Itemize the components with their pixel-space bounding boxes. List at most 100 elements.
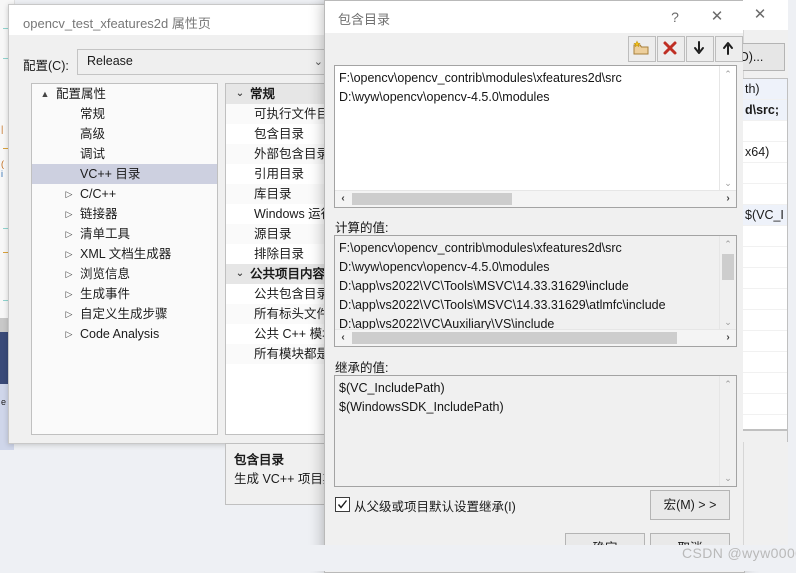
directories-edit-list[interactable]: F:\opencv\opencv_contrib\modules\xfeatur… — [334, 65, 737, 208]
tree-item-9[interactable]: ▷ 浏览信息 — [32, 264, 217, 284]
inherited-values-list[interactable]: $(VC_IncludePath) $(WindowsSDK_IncludePat… — [334, 375, 737, 487]
vs-code-glyph: i — [1, 169, 3, 179]
scroll-up-icon[interactable]: ⌃ — [720, 66, 736, 82]
twisty-collapsed-icon[interactable]: ▷ — [62, 284, 76, 304]
tree-item-2[interactable]: 高级 — [32, 124, 217, 144]
scroll-right-icon[interactable]: › — [720, 330, 736, 346]
inherit-checkbox-label: 从父级或项目默认设置继承(I) — [354, 500, 516, 514]
twisty-collapsed-icon[interactable]: ▷ — [62, 244, 76, 264]
tree-item-label: XML 文档生成器 — [80, 247, 172, 261]
tree-item-8[interactable]: ▷ XML 文档生成器 — [32, 244, 217, 264]
tree-item-3[interactable]: 调试 — [32, 144, 217, 164]
property-value-slice[interactable]: d\src; — [743, 100, 787, 121]
tree-item-label: 生成事件 — [80, 287, 131, 301]
edit-list-vertical-scrollbar[interactable]: ⌃ ⌄ — [719, 66, 736, 191]
twisty-collapsed-icon[interactable]: ▷ — [62, 304, 76, 324]
scroll-right-icon[interactable]: › — [720, 191, 736, 207]
tree-item-11[interactable]: ▷ 自定义生成步骤 — [32, 304, 217, 324]
scroll-left-icon[interactable]: ‹ — [335, 330, 351, 346]
dialog-titlebar: 包含目录 ? ✕ — [325, 1, 744, 33]
twisty-collapsed-icon[interactable]: ▷ — [62, 204, 76, 224]
list-item[interactable]: F:\opencv\opencv_contrib\modules\xfeatur… — [339, 69, 718, 88]
property-value-slice[interactable] — [743, 331, 787, 352]
tree-item-label: 配置属性 — [56, 87, 107, 101]
edit-list-horizontal-scrollbar[interactable]: ‹ › — [335, 190, 736, 207]
twisty-collapsed-icon[interactable]: ▷ — [62, 324, 76, 344]
tree-item-4[interactable]: VC++ 目录 — [32, 164, 217, 184]
computed-lines: F:\opencv\opencv_contrib\modules\xfeatur… — [339, 239, 718, 334]
tree-item-label: 高级 — [80, 127, 106, 141]
property-value-slice[interactable] — [743, 310, 787, 331]
list-item[interactable]: F:\opencv\opencv_contrib\modules\xfeatur… — [339, 239, 718, 258]
inherit-checkbox[interactable] — [335, 497, 350, 512]
right-slice-footer: 用(A) — [743, 442, 788, 545]
close-icon[interactable]: ✕ — [704, 6, 730, 28]
checkmark-icon — [337, 500, 348, 509]
tree-item-6[interactable]: ▷ 链接器 — [32, 204, 217, 224]
tree-item-7[interactable]: ▷ 清单工具 — [32, 224, 217, 244]
list-item[interactable]: D:\app\vs2022\VC\Tools\MSVC\14.33.31629\… — [339, 296, 718, 315]
tree-item-0[interactable]: ▲ 配置属性 — [32, 84, 217, 104]
property-value-slice[interactable] — [743, 121, 787, 142]
tree-item-label: C/C++ — [80, 187, 117, 201]
property-value-slice[interactable]: $(VC_I — [743, 205, 787, 226]
scroll-down-icon[interactable]: ⌄ — [720, 314, 736, 330]
twisty-expanded-icon[interactable]: ▲ — [38, 84, 52, 104]
macros-button[interactable]: 宏(M) > > — [650, 490, 730, 520]
tree-item-1[interactable]: 常规 — [32, 104, 217, 124]
delete-button[interactable] — [657, 36, 685, 62]
vs-code-glyph: | — [1, 124, 4, 134]
inherit-checkbox-row[interactable]: 从父级或项目默认设置继承(I) — [335, 495, 635, 515]
inherited-vertical-scrollbar[interactable]: ⌃ ⌄ — [719, 376, 736, 486]
close-icon[interactable]: ✕ — [745, 4, 775, 26]
tree-item-5[interactable]: ▷ C/C++ — [32, 184, 217, 204]
property-value-slice[interactable] — [743, 394, 787, 415]
tree-item-12[interactable]: ▷ Code Analysis — [32, 324, 217, 344]
property-name: 公共项目内容 — [250, 267, 326, 281]
scroll-down-icon[interactable]: ⌄ — [720, 470, 736, 486]
scroll-left-icon[interactable]: ‹ — [335, 191, 351, 207]
scrollbar-thumb[interactable] — [722, 254, 734, 280]
property-value-slice[interactable]: x64) — [743, 142, 787, 163]
help-icon[interactable]: ? — [662, 6, 688, 28]
twisty-collapsed-icon[interactable]: ▷ — [62, 264, 76, 284]
property-value-slice[interactable] — [743, 184, 787, 205]
scroll-down-icon[interactable]: ⌄ — [720, 175, 736, 191]
computed-values-list[interactable]: F:\opencv\opencv_contrib\modules\xfeatur… — [334, 235, 737, 347]
configuration-tree[interactable]: ▲ 配置属性 常规 高级 调试 VC++ 目录 ▷ C/C++ ▷ 链接器 ▷ 清单工具 ▷ XML 文档… — [31, 83, 218, 435]
configuration-label: 配置(C): — [23, 59, 69, 73]
list-item[interactable]: D:\app\vs2022\VC\Tools\MSVC\14.33.31629\… — [339, 277, 718, 296]
property-value-slice[interactable] — [743, 226, 787, 247]
list-item[interactable]: $(VC_IncludePath) — [339, 379, 718, 398]
property-value-slice[interactable]: th) — [743, 79, 787, 100]
property-name: 公共包含目录 — [254, 287, 330, 301]
list-item[interactable]: $(WindowsSDK_IncludePath) — [339, 398, 718, 417]
computed-vertical-scrollbar[interactable]: ⌃ ⌄ — [719, 236, 736, 330]
new-folder-button[interactable] — [628, 36, 656, 62]
property-value-slice[interactable] — [743, 289, 787, 310]
dialog-title: 包含目录 — [338, 12, 391, 27]
configuration-select[interactable]: Release ⌄ — [77, 49, 331, 75]
tree-item-10[interactable]: ▷ 生成事件 — [32, 284, 217, 304]
property-grid-values-slice[interactable]: th) d\src; x64) $(VC_I — [743, 78, 788, 430]
chevron-down-icon[interactable]: ⌄ — [232, 84, 248, 104]
configuration-manager-button-fragment[interactable]: O)... — [743, 43, 785, 71]
move-down-button[interactable] — [686, 36, 714, 62]
move-up-button[interactable] — [715, 36, 743, 62]
scrollbar-thumb[interactable] — [352, 193, 512, 205]
scroll-up-icon[interactable]: ⌃ — [720, 376, 736, 392]
scrollbar-thumb[interactable] — [352, 332, 677, 344]
property-value-slice[interactable] — [743, 415, 787, 429]
property-value-slice[interactable] — [743, 163, 787, 184]
property-value-slice[interactable] — [743, 352, 787, 373]
computed-horizontal-scrollbar[interactable]: ‹ › — [335, 329, 736, 346]
scroll-up-icon[interactable]: ⌃ — [720, 236, 736, 252]
property-value-slice[interactable] — [743, 373, 787, 394]
twisty-collapsed-icon[interactable]: ▷ — [62, 224, 76, 244]
property-value-slice[interactable] — [743, 247, 787, 268]
chevron-down-icon[interactable]: ⌄ — [232, 264, 248, 284]
property-value-slice[interactable] — [743, 268, 787, 289]
list-item[interactable]: D:\wyw\opencv\opencv-4.5.0\modules — [339, 88, 718, 107]
twisty-collapsed-icon[interactable]: ▷ — [62, 184, 76, 204]
list-item[interactable]: D:\wyw\opencv\opencv-4.5.0\modules — [339, 258, 718, 277]
